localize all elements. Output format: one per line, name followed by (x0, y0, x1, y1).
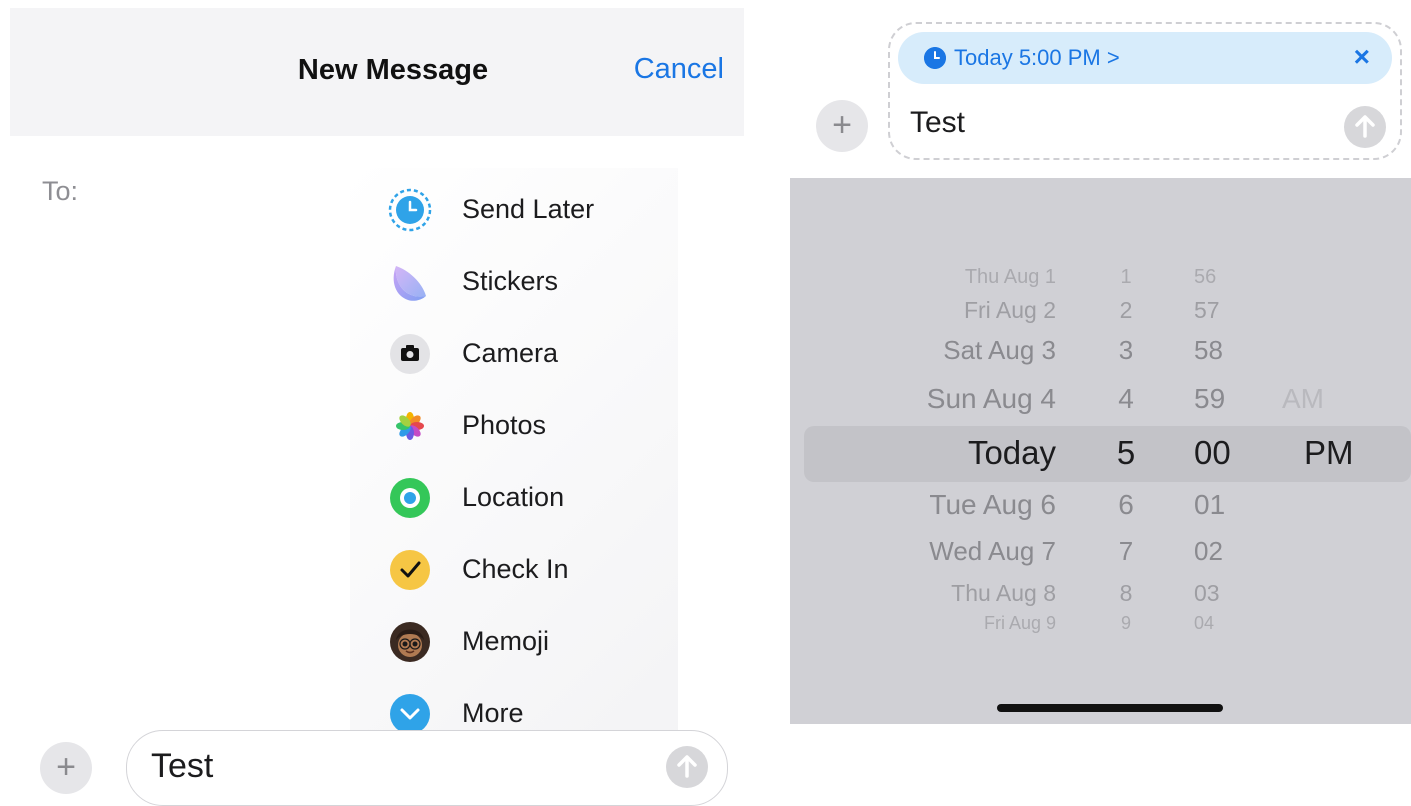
scheduled-time-pill[interactable]: Today 5:00 PM > × (898, 32, 1392, 84)
menu-item-stickers[interactable]: Stickers (350, 252, 678, 312)
picker-day: Thu Aug 8 (951, 580, 1056, 607)
send-button[interactable] (1344, 106, 1386, 148)
picker-minute: 56 (1194, 266, 1217, 288)
menu-item-photos[interactable]: Photos (350, 396, 678, 456)
menu-label: Send Later (462, 194, 595, 224)
send-button[interactable] (666, 746, 708, 788)
picker-day: Thu Aug 1 (964, 266, 1056, 288)
checkmark-icon (390, 550, 430, 590)
picker-period: PM (1304, 434, 1354, 472)
location-icon (390, 478, 430, 518)
picker-day: Sat Aug 3 (943, 335, 1056, 366)
send-later-screen: + Today 5:00 PM > × Test Thu Aug 1 1 56 Fri… (790, 0, 1411, 806)
picker-row[interactable]: Thu Aug 8 8 03 (790, 580, 1411, 610)
plus-icon: + (832, 106, 852, 144)
menu-item-location[interactable]: Location (350, 468, 678, 528)
menu-label: Memoji (462, 626, 550, 656)
app-menu: Send Later Stickers Camera Photos Locati… (350, 168, 678, 764)
close-icon[interactable]: × (1354, 41, 1370, 73)
picker-minute: 02 (1194, 536, 1223, 567)
picker-hour: 2 (1119, 297, 1133, 324)
clock-icon (388, 188, 432, 232)
picker-hour: 3 (1118, 335, 1134, 366)
picker-row[interactable]: Tue Aug 6 6 01 (790, 489, 1411, 525)
add-attachment-button[interactable]: + (40, 742, 92, 794)
picker-day: Sun Aug 4 (926, 383, 1056, 415)
menu-item-memoji[interactable]: Memoji (350, 612, 678, 672)
picker-row-selected[interactable]: Today 5 00 PM (790, 434, 1411, 477)
to-field-label[interactable]: To: (42, 176, 78, 207)
menu-label: Camera (462, 338, 559, 368)
picker-minute: 58 (1194, 335, 1223, 366)
arrow-up-icon (1355, 115, 1375, 138)
menu-item-camera[interactable]: Camera (350, 324, 678, 384)
compose-field[interactable]: Today 5:00 PM > × Test (888, 22, 1402, 160)
picker-minute: 00 (1194, 434, 1231, 472)
picker-day: Tue Aug 6 (929, 489, 1056, 521)
picker-period: AM (1282, 383, 1324, 415)
menu-label: Check In (462, 554, 569, 584)
menu-item-check-in[interactable]: Check In (350, 540, 678, 600)
picker-hour: 6 (1118, 489, 1134, 521)
picker-row[interactable]: Thu Aug 1 1 56 (790, 266, 1411, 292)
arrow-up-icon (677, 755, 697, 778)
date-time-picker[interactable]: Thu Aug 1 1 56 Fri Aug 2 2 57 Sat Aug 3 3 58 Sun … (790, 178, 1411, 724)
scheduled-time-label: Today 5:00 PM > (954, 45, 1120, 70)
picker-row[interactable]: Fri Aug 2 2 57 (790, 297, 1411, 327)
picker-hour: 1 (1120, 266, 1132, 288)
message-input[interactable]: Test (126, 730, 728, 806)
menu-label: More (462, 698, 524, 728)
photos-icon (396, 412, 424, 440)
picker-minute: 57 (1194, 297, 1220, 324)
menu-label: Photos (462, 410, 547, 440)
message-input-text[interactable]: Test (910, 106, 965, 140)
plus-icon: + (56, 748, 76, 786)
picker-hour: 8 (1119, 580, 1133, 607)
picker-row[interactable]: Fri Aug 9 9 04 (790, 613, 1411, 636)
picker-minute: 03 (1194, 580, 1220, 607)
picker-day: Fri Aug 9 (983, 613, 1056, 634)
add-attachment-button[interactable]: + (816, 100, 868, 152)
picker-row[interactable]: Sun Aug 4 4 59 AM (790, 383, 1411, 419)
menu-label: Location (462, 482, 565, 512)
home-indicator (997, 704, 1223, 712)
picker-row[interactable]: Wed Aug 7 7 02 (790, 536, 1411, 570)
menu-label: Stickers (462, 266, 559, 296)
clock-icon (924, 47, 946, 69)
memoji-icon (390, 622, 430, 662)
picker-hour: 9 (1120, 613, 1132, 634)
message-input-text[interactable]: Test (151, 747, 213, 786)
menu-item-send-later[interactable]: Send Later (350, 180, 678, 240)
stickers-icon (393, 266, 426, 301)
picker-hour: 4 (1118, 383, 1134, 415)
picker-row[interactable]: Sat Aug 3 3 58 (790, 335, 1411, 369)
picker-minute: 01 (1194, 489, 1226, 521)
camera-icon (390, 334, 430, 374)
navigation-header: New Message Cancel (10, 8, 744, 136)
picker-day: Wed Aug 7 (929, 536, 1056, 567)
picker-day: Fri Aug 2 (963, 297, 1056, 324)
picker-minute: 59 (1194, 383, 1226, 415)
picker-day: Today (967, 434, 1056, 472)
new-message-screen: New Message Cancel To: Send Later Sticke… (0, 0, 760, 806)
picker-hour: 5 (1116, 434, 1136, 472)
cancel-button[interactable]: Cancel (634, 53, 724, 86)
picker-minute: 04 (1194, 613, 1215, 634)
picker-hour: 7 (1118, 536, 1134, 567)
